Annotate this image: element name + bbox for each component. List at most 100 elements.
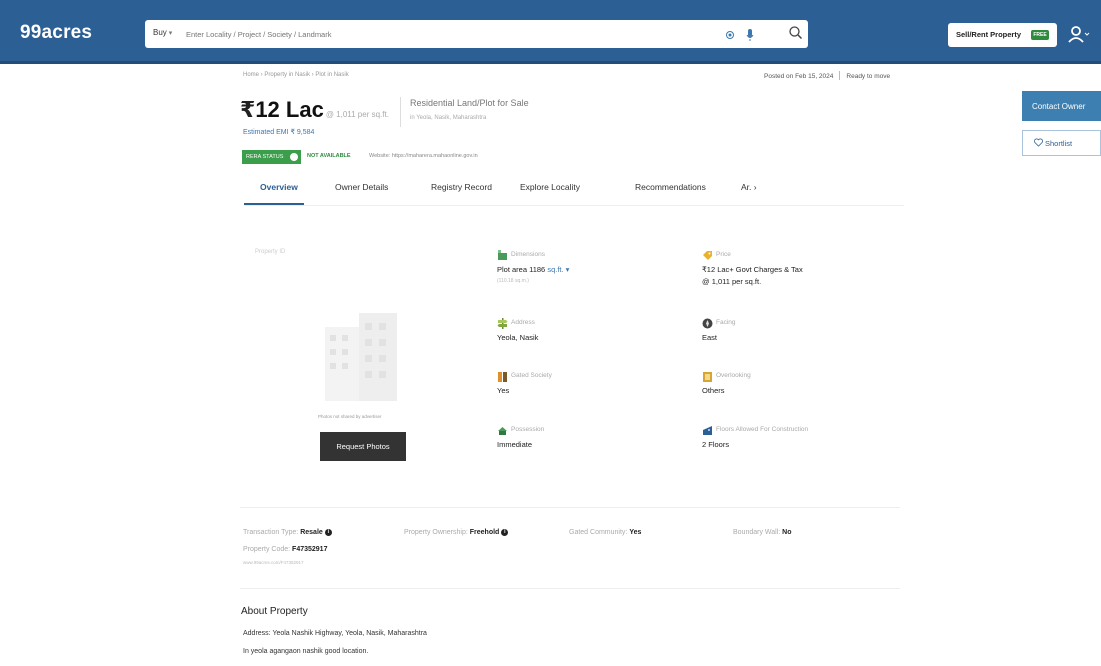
search-bar: Buy ▾ — [145, 20, 808, 48]
boundary-wall: Boundary Wall: No — [733, 529, 792, 536]
plot-area-value: Plot area 1186 — [497, 265, 546, 274]
info-icon — [290, 153, 298, 161]
attr-value: Plot area 1186 sq.ft. ▾ — [497, 265, 569, 274]
chevron-down-icon[interactable]: ▾ — [564, 265, 570, 274]
location-target-icon[interactable] — [725, 30, 735, 40]
shortlist-button[interactable]: Shortlist — [1022, 130, 1101, 156]
property-code: Property Code: F47352917 — [243, 546, 327, 553]
posted-info: Posted on Feb 15, 2024 Ready to move — [764, 71, 890, 80]
tab-recommendations[interactable]: Recommendations — [635, 182, 706, 192]
search-input[interactable] — [186, 27, 586, 41]
window-icon — [703, 372, 712, 382]
top-navbar: 99acres Buy▾ Sell/Rent Property FREE — [0, 0, 1101, 64]
tab-more[interactable]: Ar. › — [741, 182, 757, 192]
summary-label: Transaction Type: — [243, 529, 299, 536]
rera-status-badge[interactable]: RERA STATUS — [242, 150, 301, 164]
compass-icon — [702, 318, 713, 329]
summary-value: No — [782, 529, 792, 536]
microphone-icon[interactable] — [746, 28, 754, 42]
property-ownership: Property Ownership: Freehold i — [404, 529, 509, 536]
attr-label: Dimensions — [511, 251, 545, 258]
property-title: Residential Land/Plot for Sale — [410, 98, 529, 108]
user-account-icon[interactable] — [1068, 25, 1090, 43]
attr-label: Overlooking — [716, 372, 751, 379]
section-tabs: Overview Owner Details Registry Record E… — [244, 176, 904, 206]
buy-dropdown-label: Buy — [153, 28, 167, 37]
post-property-button[interactable]: Sell/Rent Property FREE — [948, 23, 1057, 47]
summary-value: F47352917 — [292, 546, 328, 553]
summary-value: Resale — [300, 529, 323, 536]
attr-value: Immediate — [497, 440, 533, 449]
summary-label: Property Code: — [243, 546, 291, 553]
contact-owner-button[interactable]: Contact Owner — [1022, 91, 1101, 121]
attr-label: Price — [716, 251, 731, 258]
active-tab-indicator — [244, 203, 304, 205]
shortlist-label: Shortlist — [1045, 139, 1073, 148]
tab-registry-record[interactable]: Registry Record — [431, 182, 492, 192]
post-property-label: Sell/Rent Property — [956, 30, 1022, 39]
attr-label: Facing — [716, 319, 736, 326]
search-icon[interactable] — [788, 25, 803, 40]
price-per-sqft: @ 1,011 per sq.ft. — [325, 110, 389, 119]
attr-label: Gated Society — [511, 372, 552, 379]
tab-explore-locality[interactable]: Explore Locality — [520, 182, 580, 192]
about-description: In yeola agangaon nashik good location. — [243, 648, 369, 655]
attr-value: Yes — [497, 386, 510, 395]
site-logo[interactable]: 99acres — [20, 22, 92, 44]
property-code-url[interactable]: www.99acres.com/F47352917 — [243, 560, 304, 565]
building-floors-icon — [703, 426, 712, 435]
heart-icon — [1034, 138, 1043, 147]
request-photos-button[interactable]: Request Photos — [320, 432, 406, 461]
tab-overview[interactable]: Overview — [260, 182, 298, 192]
info-icon[interactable]: i — [501, 529, 509, 536]
rupee-symbol: ₹ — [240, 97, 256, 122]
posted-date: Posted on Feb 15, 2024 — [764, 73, 834, 80]
signpost-icon — [497, 318, 508, 329]
possession-icon — [498, 427, 507, 435]
attr-label: Possession — [511, 426, 545, 433]
about-address: Address: Yeola Nashik Highway, Yeola, Na… — [243, 630, 427, 637]
summary-value: Freehold — [469, 529, 500, 536]
attr-label: Address — [511, 319, 535, 326]
attr-value: East — [702, 333, 718, 342]
attr-value: ₹12 Lac+ Govt Charges & Tax — [702, 265, 803, 274]
property-id-label: Property ID — [255, 249, 286, 255]
summary-label: Property Ownership: — [404, 529, 468, 536]
price-heading: ₹12 Lac @ 1,011 per sq.ft. — [240, 97, 389, 123]
estimated-emi-link[interactable]: Estimated EMI ₹ 9,584 — [243, 128, 314, 136]
divider — [240, 588, 900, 589]
unit-dropdown[interactable]: sq.ft. — [547, 265, 563, 274]
price-value: 12 Lac — [255, 97, 324, 122]
tab-owner-details[interactable]: Owner Details — [335, 182, 388, 192]
building-placeholder-icon — [325, 313, 397, 401]
attr-sub-value: @ 1,011 per sq.ft. — [702, 277, 762, 286]
summary-value: Yes — [629, 529, 642, 536]
property-location: in Yeola, Nasik, Maharashtra — [410, 115, 487, 121]
photo-note: Photos not shared by advertiser — [318, 414, 382, 419]
breadcrumb[interactable]: Home › Property in Nasik › Plot in Nasik — [243, 72, 349, 78]
rera-website: Website: https://maharera.mahaonline.gov… — [369, 153, 478, 159]
chevron-down-icon: ▾ — [168, 30, 173, 37]
rera-availability: NOT AVAILABLE — [307, 153, 351, 159]
summary-label: Boundary Wall: — [733, 529, 781, 536]
attr-label: Floors Allowed For Construction — [716, 426, 809, 433]
info-icon[interactable]: i — [324, 529, 332, 536]
gated-community: Gated Community: Yes — [569, 529, 641, 536]
summary-label: Gated Community: — [569, 529, 628, 536]
attr-value: Others — [702, 386, 725, 395]
buy-dropdown[interactable]: Buy ▾ — [153, 28, 172, 37]
contact-owner-label: Contact Owner — [1032, 102, 1086, 111]
rera-badge-label: RERA STATUS — [246, 154, 284, 160]
about-heading: About Property — [241, 606, 308, 617]
gate-icon — [498, 372, 507, 382]
free-badge: FREE — [1031, 30, 1049, 40]
attr-sub-value: (110.18 sq.m.) — [497, 278, 529, 284]
attr-value: 2 Floors — [702, 440, 730, 449]
attr-value: Yeola, Nasik — [497, 333, 539, 342]
divider — [240, 507, 900, 508]
ready-status: Ready to move — [846, 73, 891, 80]
transaction-type: Transaction Type: Resale i — [243, 529, 332, 536]
divider — [400, 97, 401, 127]
price-tag-icon — [703, 251, 712, 260]
ruler-icon — [498, 250, 507, 260]
